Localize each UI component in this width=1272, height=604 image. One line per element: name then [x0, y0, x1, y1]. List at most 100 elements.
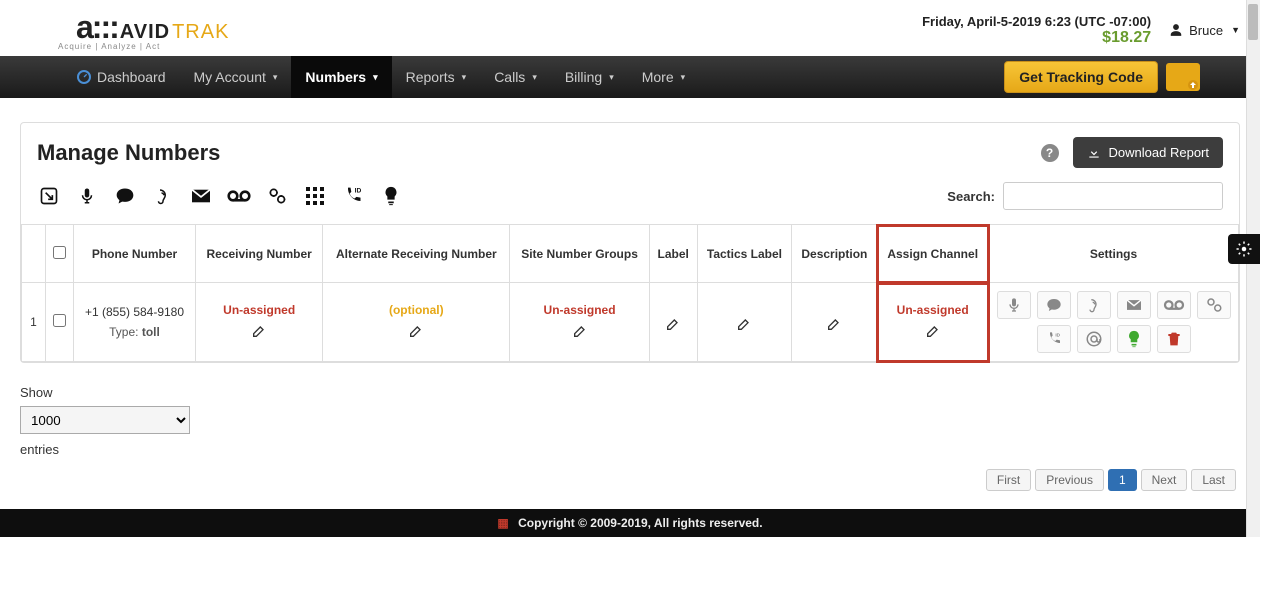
voicemail-icon[interactable] [227, 186, 251, 206]
manage-numbers-panel: Manage Numbers ? Download Report ID [20, 122, 1240, 363]
assign-channel-value: Un-assigned [883, 303, 982, 317]
nav-reports-label: Reports [406, 69, 455, 85]
edit-description-icon[interactable] [826, 316, 842, 332]
row-checkbox[interactable] [53, 314, 66, 327]
download-report-button[interactable]: Download Report [1073, 137, 1223, 168]
cell-assign-channel: Un-assigned [877, 283, 989, 362]
gears-icon[interactable] [265, 186, 289, 206]
settings-delete-icon[interactable] [1157, 325, 1191, 353]
col-label[interactable]: Label [649, 225, 697, 283]
lightbulb-icon[interactable] [379, 186, 403, 206]
chevron-down-icon: ▾ [609, 72, 614, 83]
nav-numbers[interactable]: Numbers▾ [291, 56, 391, 98]
footer-grid-icon: ▦ [497, 516, 508, 530]
edit-alt-receiving-icon[interactable] [408, 323, 424, 339]
nav-billing[interactable]: Billing ▾ [551, 56, 628, 98]
numbers-table: Phone Number Receiving Number Alternate … [21, 224, 1239, 362]
page-first-button[interactable]: First [986, 469, 1031, 491]
download-icon [1087, 146, 1101, 160]
show-entries-select[interactable]: 1000 [20, 406, 190, 434]
col-assign-channel[interactable]: Assign Channel [877, 225, 989, 283]
col-index [22, 225, 46, 283]
ear-icon[interactable] [151, 186, 175, 206]
col-settings[interactable]: Settings [989, 225, 1239, 283]
entries-label: entries [20, 442, 1260, 457]
col-site-groups[interactable]: Site Number Groups [510, 225, 650, 283]
floating-settings-gear[interactable] [1228, 234, 1260, 264]
settings-lightbulb-icon[interactable] [1117, 325, 1151, 353]
page-1-button[interactable]: 1 [1108, 469, 1137, 491]
scrollbar-thumb[interactable] [1248, 4, 1258, 40]
chevron-down-icon: ▾ [462, 72, 467, 83]
nav-reports[interactable]: Reports ▾ [392, 56, 481, 98]
toolbar: ID [37, 186, 403, 206]
phone-arrow-icon[interactable] [37, 186, 61, 206]
cell-site-groups: Un-assigned [510, 283, 650, 362]
phone-number: +1 (855) 584-9180 [80, 305, 189, 319]
settings-chat-icon[interactable] [1037, 291, 1071, 319]
settings-mail-icon[interactable] [1117, 291, 1151, 319]
nav-billing-label: Billing [565, 69, 602, 85]
cell-phone: +1 (855) 584-9180 Type: toll [74, 283, 196, 362]
edit-assign-channel-icon[interactable] [925, 323, 941, 339]
user-icon [1169, 23, 1183, 37]
col-phone[interactable]: Phone Number [74, 225, 196, 283]
user-dropdown[interactable]: Bruce ▼ [1169, 23, 1240, 38]
home-folder-icon[interactable] [1166, 63, 1200, 91]
col-tactics[interactable]: Tactics Label [697, 225, 792, 283]
chevron-down-icon: ▾ [273, 72, 278, 83]
edit-site-groups-icon[interactable] [572, 323, 588, 339]
scrollbar-track[interactable] [1246, 0, 1260, 537]
microphone-icon[interactable] [75, 186, 99, 206]
mail-icon[interactable] [189, 186, 213, 206]
header: a::: AVID TRAK Acquire | Analyze | Act F… [0, 0, 1260, 56]
search-input[interactable] [1003, 182, 1223, 210]
site-groups-value: Un-assigned [516, 303, 643, 317]
page-next-button[interactable]: Next [1141, 469, 1188, 491]
grid-icon[interactable] [303, 186, 327, 206]
edit-tactics-icon[interactable] [736, 316, 752, 332]
settings-voicemail-icon[interactable] [1157, 291, 1191, 319]
select-all-checkbox[interactable] [53, 246, 66, 259]
nav-more-label: More [642, 69, 674, 85]
logo[interactable]: a::: AVID TRAK Acquire | Analyze | Act [20, 9, 229, 51]
caller-id-icon[interactable]: ID [341, 186, 365, 206]
nav-dashboard[interactable]: Dashboard [62, 56, 180, 98]
edit-label-icon[interactable] [665, 316, 681, 332]
settings-gears-icon[interactable] [1197, 291, 1231, 319]
edit-receiving-icon[interactable] [251, 323, 267, 339]
search-label: Search: [947, 189, 995, 204]
page-last-button[interactable]: Last [1191, 469, 1236, 491]
svg-text:ID: ID [355, 188, 362, 195]
user-name: Bruce [1189, 23, 1223, 38]
chevron-down-icon: ▾ [532, 72, 537, 83]
nav-dashboard-label: Dashboard [97, 69, 166, 85]
cell-label [649, 283, 697, 362]
settings-microphone-icon[interactable] [997, 291, 1031, 319]
svg-text:ID: ID [1055, 332, 1060, 337]
row-index: 1 [22, 283, 46, 362]
help-icon[interactable]: ? [1041, 144, 1059, 162]
footer: ▦ Copyright © 2009-2019, All rights rese… [0, 509, 1260, 537]
nav-my-account-label: My Account [194, 69, 266, 85]
nav-calls-label: Calls [494, 69, 525, 85]
col-description[interactable]: Description [792, 225, 877, 283]
page-previous-button[interactable]: Previous [1035, 469, 1104, 491]
logo-mark: a::: [76, 9, 118, 46]
show-label: Show [20, 385, 1260, 406]
col-receiving[interactable]: Receiving Number [196, 225, 323, 283]
logo-trak: TRAK [172, 21, 229, 44]
get-tracking-code-button[interactable]: Get Tracking Code [1004, 61, 1158, 93]
cell-alt-receiving: (optional) [323, 283, 510, 362]
nav-numbers-label: Numbers [305, 69, 366, 85]
col-alt-receiving[interactable]: Alternate Receiving Number [323, 225, 510, 283]
type-value: toll [142, 325, 160, 339]
nav-more[interactable]: More▾ [628, 56, 699, 98]
settings-ear-icon[interactable] [1077, 291, 1111, 319]
nav-my-account[interactable]: My Account ▾ [180, 56, 292, 98]
nav-calls[interactable]: Calls ▾ [480, 56, 551, 98]
settings-caller-id-icon[interactable]: ID [1037, 325, 1071, 353]
settings-at-icon[interactable] [1077, 325, 1111, 353]
footer-copyright: Copyright © 2009-2019, All rights reserv… [518, 516, 763, 530]
chat-icon[interactable] [113, 186, 137, 206]
